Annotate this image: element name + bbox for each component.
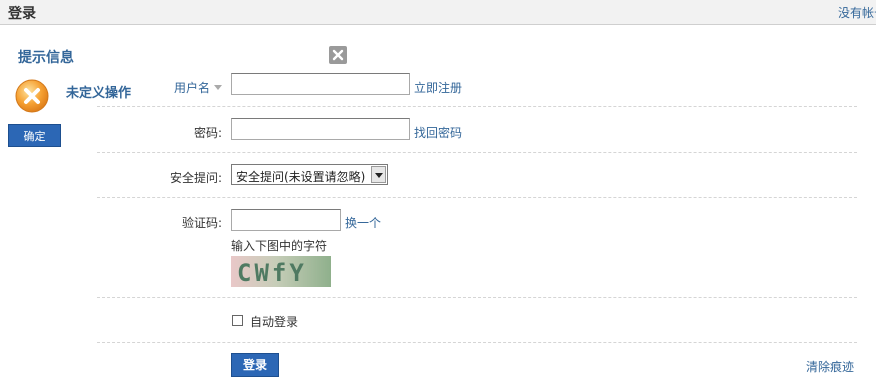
auto-login-checkbox[interactable]	[232, 315, 243, 326]
close-icon[interactable]	[329, 46, 347, 64]
captcha-label: 验证码:	[181, 216, 222, 230]
captcha-text: CWfY	[237, 259, 307, 287]
security-question-label: 安全提问:	[169, 171, 222, 185]
clear-traces-link[interactable]: 清除痕迹	[806, 358, 854, 375]
no-account-register-link[interactable]: 没有帐号	[838, 4, 876, 21]
refresh-captcha-link[interactable]: 换一个	[345, 214, 381, 231]
divider	[97, 342, 857, 343]
username-input[interactable]	[231, 73, 410, 95]
security-question-value: 安全提问(未设置请忽略)	[236, 170, 366, 184]
error-icon	[15, 79, 49, 113]
divider	[97, 152, 857, 153]
dropdown-arrow-icon[interactable]	[371, 166, 386, 183]
auto-login-label[interactable]: 自动登录	[250, 313, 298, 330]
login-button[interactable]: 登录	[231, 353, 279, 377]
password-label: 密码:	[193, 126, 222, 140]
notice-title: 提示信息	[18, 50, 74, 66]
username-label: 用户名	[173, 81, 210, 95]
title-bar: 登录 没有帐号	[0, 0, 876, 25]
chevron-down-icon	[214, 85, 222, 90]
notice-message: 未定义操作	[66, 86, 132, 101]
divider	[97, 197, 857, 198]
forgot-password-link[interactable]: 找回密码	[414, 124, 462, 141]
username-label-wrap[interactable]: 用户名	[174, 79, 222, 96]
captcha-image[interactable]: CWfY	[231, 256, 331, 287]
password-input[interactable]	[231, 118, 410, 140]
captcha-input[interactable]	[231, 209, 341, 231]
register-link[interactable]: 立即注册	[414, 79, 462, 96]
captcha-hint: 输入下图中的字符	[231, 239, 328, 253]
page-title: 登录	[8, 6, 36, 22]
divider	[97, 106, 857, 107]
security-question-select[interactable]: 安全提问(未设置请忽略)	[231, 164, 388, 185]
divider	[97, 297, 857, 298]
confirm-button[interactable]: 确定	[8, 124, 61, 147]
